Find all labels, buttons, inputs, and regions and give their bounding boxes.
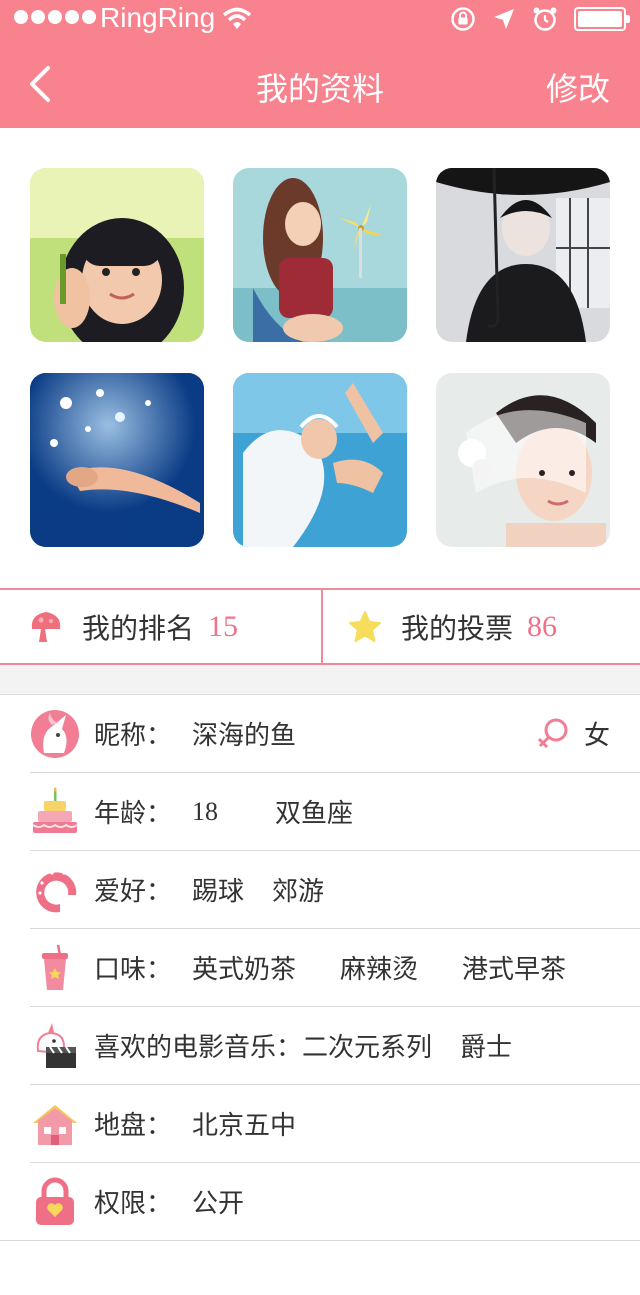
stats-bar: 我的排名 15 我的投票 86: [0, 588, 640, 665]
hobby-value-2: 郊游: [272, 877, 325, 907]
taste-row[interactable]: 口味： 英式奶茶 麻辣烫 港式早茶: [30, 929, 640, 1007]
profile-info-list: 昵称： 深海的鱼 女 年龄： 18 双鱼座 爱好： 踢球 郊游 口味： 英式奶茶…: [0, 695, 640, 1241]
hobby-value-1: 踢球: [192, 877, 245, 907]
alarm-icon: [533, 7, 557, 31]
gender-value: 女: [583, 721, 610, 751]
horseshoe-icon: [36, 870, 77, 912]
photo-underwater-bride[interactable]: [233, 373, 407, 547]
location-arrow-icon: [494, 9, 514, 29]
photo-person-swimming[interactable]: [30, 373, 204, 547]
status-bar: RingRing: [0, 0, 640, 40]
taste-value-2: 麻辣烫: [340, 955, 419, 985]
photo-girl-with-pinwheel[interactable]: [233, 168, 407, 342]
photo-man-with-umbrella[interactable]: [436, 168, 610, 342]
territory-value: 北京五中: [192, 1111, 297, 1141]
nav-bar: 我的资料 修改: [0, 40, 640, 128]
star-icon: [349, 610, 381, 642]
votes-value: 86: [527, 609, 558, 643]
nickname-row[interactable]: 昵称： 深海的鱼 女: [30, 695, 640, 773]
privacy-label: 权限：: [94, 1189, 173, 1219]
lock-icon: [36, 1177, 74, 1225]
age-value: 18: [192, 796, 219, 826]
house-icon: [33, 1104, 77, 1145]
taste-value-1: 英式奶茶: [192, 955, 297, 985]
photo-bride-with-veil[interactable]: [436, 373, 610, 547]
rotation-lock-icon: [451, 7, 475, 31]
page-title: 我的资料: [255, 70, 384, 108]
movies-music-label: 喜欢的电影音乐：: [94, 1033, 303, 1063]
nickname-value: 深海的鱼: [192, 721, 297, 751]
movies-value-2: 爵士: [460, 1033, 513, 1063]
battery-icon: [574, 7, 630, 31]
mushroom-icon: [31, 611, 61, 642]
privacy-row[interactable]: 权限： 公开: [0, 1163, 640, 1241]
age-row[interactable]: 年龄： 18 双鱼座: [30, 773, 640, 851]
movies-value-1: 二次元系列: [302, 1033, 433, 1063]
taste-label: 口味：: [94, 955, 173, 985]
rank-value: 15: [208, 609, 239, 643]
birthday-cake-icon: [32, 786, 78, 833]
territory-label: 地盘：: [94, 1111, 173, 1141]
hobby-label: 爱好：: [94, 877, 173, 907]
taste-value-3: 港式早茶: [462, 955, 567, 985]
privacy-value: 公开: [192, 1189, 245, 1219]
my-rank[interactable]: 我的排名 15: [0, 590, 321, 663]
carrier-name: RingRing: [100, 2, 216, 33]
edit-button[interactable]: 修改: [546, 64, 610, 110]
wifi-icon: [222, 7, 252, 29]
photo-grid: [30, 168, 610, 547]
unicorn-clapperboard-icon: [36, 1022, 76, 1068]
app-header: RingRing 我的资料 修改: [0, 0, 640, 128]
nickname-label: 昵称：: [94, 721, 173, 751]
movies-music-row[interactable]: 喜欢的电影音乐： 二次元系列 爵士: [30, 1007, 640, 1085]
rank-label: 我的排名: [82, 611, 195, 645]
territory-row[interactable]: 地盘： 北京五中: [30, 1085, 640, 1163]
unicorn-avatar-icon: [31, 709, 79, 758]
my-votes[interactable]: 我的投票 86: [321, 590, 640, 663]
section-divider: [0, 665, 640, 695]
photo-girl-with-bangs[interactable]: [30, 168, 204, 342]
hobby-row[interactable]: 爱好： 踢球 郊游: [30, 851, 640, 929]
age-label: 年龄：: [94, 799, 173, 829]
zodiac-value: 双鱼座: [275, 799, 354, 829]
drink-cup-icon: [42, 944, 68, 990]
female-icon: [537, 718, 568, 748]
votes-label: 我的投票: [401, 611, 514, 645]
signal-dots-icon: [14, 10, 96, 24]
gender-field[interactable]: 女: [536, 715, 610, 752]
